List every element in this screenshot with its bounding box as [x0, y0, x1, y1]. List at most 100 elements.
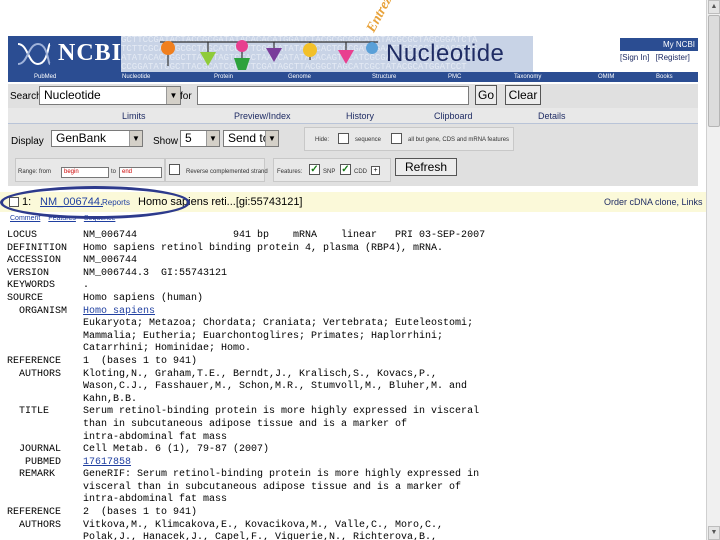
- tab-details[interactable]: Details: [538, 111, 566, 121]
- record-field-key: TITLE: [7, 406, 50, 418]
- record-field-value: Catarrhini; Hominidae; Homo.: [83, 343, 252, 355]
- record-field-value: Polak,J., Hanacek,J., Capel,F., Viguerie…: [83, 532, 438, 540]
- reports-link[interactable]: Reports: [102, 198, 130, 207]
- record-field-value: GeneRIF: Serum retinol-binding protein i…: [83, 469, 480, 481]
- result-select-checkbox[interactable]: [9, 197, 19, 207]
- register-link[interactable]: [Register]: [656, 53, 690, 62]
- clear-button[interactable]: Clear: [505, 85, 541, 105]
- scrollbar-thumb[interactable]: [708, 15, 720, 127]
- nav-item-protein[interactable]: Protein: [214, 73, 233, 81]
- record-field-value: Kloting,N., Graham,T.E., Berndt,J., Kral…: [83, 368, 438, 380]
- record-field-value: Kahn,B.B.: [83, 393, 138, 405]
- nav-item-taxonomy[interactable]: Taxonomy: [514, 73, 541, 81]
- tab-limits[interactable]: Limits: [122, 111, 146, 121]
- record-field-key: VERSION: [7, 267, 50, 279]
- record-line: REMARK GeneRIF: Serum retinol-binding pro…: [7, 469, 697, 482]
- send-to-value: Send to: [228, 131, 270, 145]
- show-label: Show: [153, 136, 179, 147]
- record-line: Eukaryota; Metazoa; Chordata; Craniata; …: [7, 318, 697, 331]
- record-field-value: NM_006744: [83, 255, 138, 267]
- reverse-complement-group: Reverse complemented strand: [165, 158, 268, 182]
- molecule-icon: [200, 52, 216, 66]
- record-line: TITLE Serum retinol-binding protein is mo…: [7, 406, 697, 419]
- record-line: than in subcutaneous adipose tissue and …: [7, 419, 697, 432]
- account-links: [Sign In] [Register]: [620, 53, 690, 62]
- nav-item-structure[interactable]: Structure: [372, 73, 396, 81]
- refresh-button[interactable]: Refresh: [395, 158, 457, 176]
- tab-preview-index[interactable]: Preview/Index: [234, 111, 291, 121]
- record-line: PUBMED 17617858: [7, 457, 697, 470]
- hide-label: Hide:: [315, 137, 330, 143]
- scroll-down-arrow-icon[interactable]: ▼: [708, 526, 720, 540]
- record-field-value: NM_006744.3 GI:55743121: [83, 267, 228, 279]
- record-line: Mammalia; Eutheria; Euarchontoglires; Pr…: [7, 331, 697, 344]
- record-line: Catarrhini; Hominidae; Homo.: [7, 343, 697, 356]
- record-line: AUTHORS Vitkova,M., Klimcakova,E., Kovaci…: [7, 520, 697, 533]
- record-line: Polak,J., Hanacek,J., Capel,F., Viguerie…: [7, 532, 697, 540]
- dropdown-arrow-icon: ▼: [265, 131, 278, 146]
- reverse-complement-label: Reverse complemented strand: [186, 169, 268, 175]
- comment-link[interactable]: Comment: [10, 215, 40, 222]
- result-accession-link[interactable]: NM_006744.: [40, 196, 103, 208]
- nav-item-omim[interactable]: OMIM: [598, 73, 614, 81]
- more-features-button[interactable]: +: [371, 166, 380, 175]
- order-links[interactable]: Order cDNA clone, Links: [604, 197, 703, 207]
- features-link[interactable]: Features: [48, 215, 76, 222]
- database-select[interactable]: Nucleotide ▼: [39, 86, 181, 105]
- snp-checkbox[interactable]: ✓: [309, 164, 320, 175]
- tab-clipboard[interactable]: Clipboard: [434, 111, 473, 121]
- range-group: Range: from begin to end: [15, 158, 165, 182]
- send-to-select[interactable]: Send to ▼: [223, 130, 279, 147]
- nav-item-pmc[interactable]: PMC: [448, 73, 461, 81]
- record-section-links: Comment Features Sequence: [10, 215, 121, 222]
- nav-item-pubmed[interactable]: PubMed: [34, 73, 56, 81]
- hide-features-label: all but gene, CDS and mRNA features: [408, 137, 510, 143]
- record-field-key: KEYWORDS: [7, 280, 56, 292]
- nav-item-books[interactable]: Books: [656, 73, 673, 81]
- sequence-link[interactable]: Sequence: [84, 215, 116, 222]
- record-field-key: AUTHORS: [7, 368, 62, 380]
- ncbi-logo[interactable]: NCBI: [8, 36, 121, 72]
- nav-item-genome[interactable]: Genome: [288, 73, 311, 81]
- my-ncbi-link[interactable]: My NCBI: [620, 38, 698, 51]
- search-bar: Search Nucleotide ▼ for Go Clear: [8, 84, 698, 108]
- molecule-illustration: [160, 40, 378, 70]
- record-field-link[interactable]: Homo sapiens: [83, 306, 155, 317]
- format-select[interactable]: GenBank ▼: [51, 130, 143, 147]
- result-number: 1:: [22, 196, 32, 208]
- cdd-checkbox[interactable]: ✓: [340, 164, 351, 175]
- molecule-icon: [303, 43, 317, 57]
- vertical-scrollbar[interactable]: ▲ ▼: [706, 0, 720, 540]
- sign-in-link[interactable]: [Sign In]: [620, 53, 649, 62]
- ncbi-logo-text: NCBI: [58, 40, 123, 66]
- hide-features-checkbox[interactable]: [391, 133, 402, 144]
- cdd-label: CDD: [354, 169, 367, 175]
- hide-sequence-checkbox[interactable]: [338, 133, 349, 144]
- range-end-input[interactable]: end: [119, 167, 162, 178]
- result-description: Homo sapiens reti...[gi:55743121]: [138, 196, 303, 208]
- record-line: JOURNAL Cell Metab. 6 (1), 79-87 (2007): [7, 444, 697, 457]
- record-field-value: intra-abdominal fat mass: [83, 431, 228, 443]
- record-line: LOCUS NM_006744 941 bp mRNA linear PRI 03…: [7, 230, 697, 243]
- record-line: DEFINITION Homo sapiens retinol binding p…: [7, 243, 697, 256]
- search-input[interactable]: [197, 86, 469, 105]
- record-field-key: PUBMED: [7, 456, 62, 468]
- scroll-up-arrow-icon[interactable]: ▲: [708, 0, 720, 14]
- range-to-label: to: [111, 169, 117, 175]
- range-begin-input[interactable]: begin: [61, 167, 109, 178]
- range-from-label: Range: from: [18, 169, 52, 175]
- record-field-link[interactable]: 17617858: [83, 457, 131, 468]
- nav-item-nucleotide[interactable]: Nucleotide: [122, 73, 150, 81]
- tab-history[interactable]: History: [346, 111, 374, 121]
- record-field-value: than in subcutaneous adipose tissue and …: [83, 418, 408, 430]
- go-button[interactable]: Go: [475, 85, 497, 105]
- record-field-value: Eukaryota; Metazoa; Chordata; Craniata; …: [83, 318, 474, 330]
- record-line: Kahn,B.B.: [7, 394, 697, 407]
- reverse-complement-checkbox[interactable]: [169, 164, 180, 175]
- database-nav-bar: PubMed Nucleotide Protein Genome Structu…: [8, 72, 698, 82]
- record-line: REFERENCE 2 (bases 1 to 941): [7, 507, 697, 520]
- show-count-value: 5: [185, 131, 192, 145]
- record-field-value: .: [83, 280, 90, 292]
- record-field-value: Mammalia; Eutheria; Euarchontoglires; Pr…: [83, 330, 444, 342]
- show-count-select[interactable]: 5 ▼: [180, 130, 220, 147]
